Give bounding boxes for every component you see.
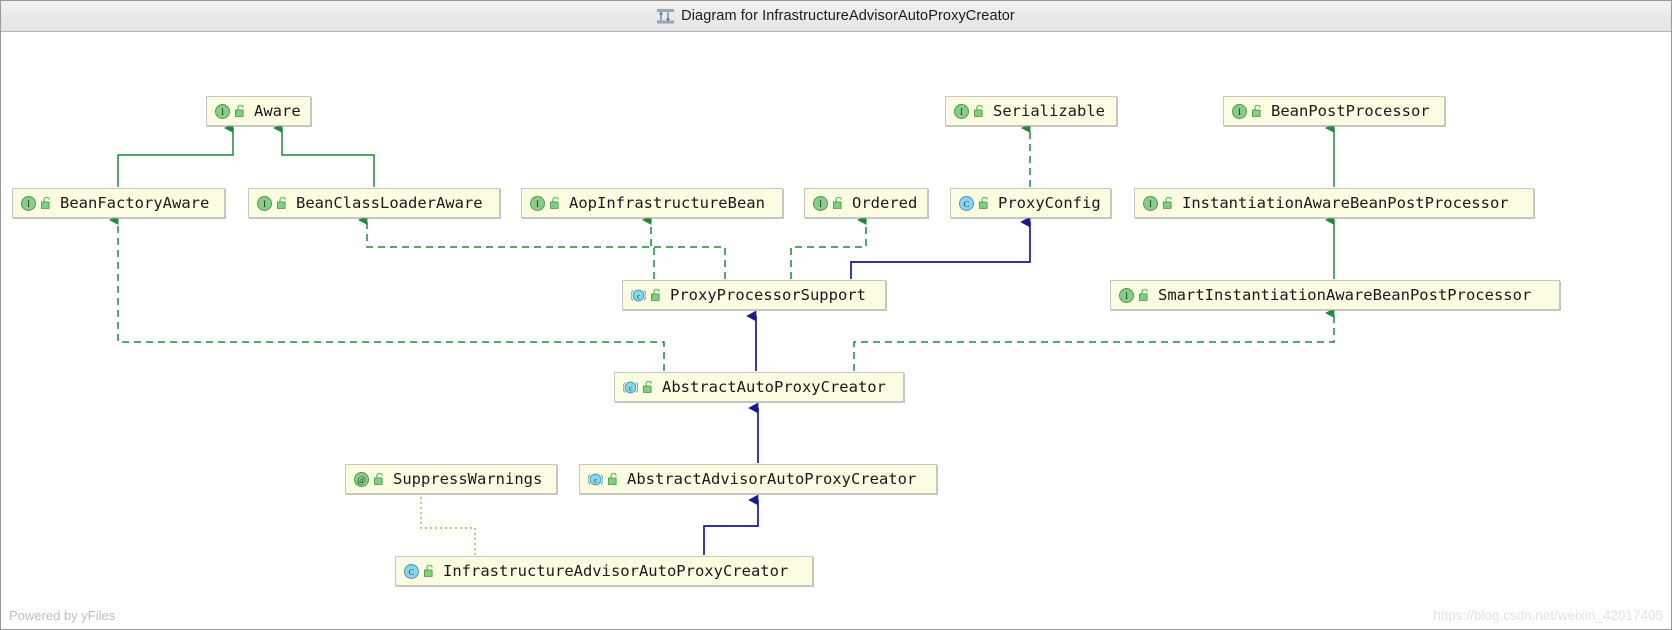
interface-badge-icon: I — [813, 195, 828, 211]
visibility-lock-icon — [832, 196, 844, 210]
svg-text:I: I — [263, 199, 266, 209]
node-label: Aware — [254, 102, 301, 120]
class-node-abstractadvisorautoproxycreator[interactable]: c AbstractAdvisorAutoProxyCreator — [579, 464, 937, 494]
interface-badge-icon: I — [257, 195, 272, 211]
class-node-smartinstantiationawarebeanpostprocessor[interactable]: I SmartInstantiationAwareBeanPostProcess… — [1110, 280, 1560, 310]
node-label: BeanFactoryAware — [60, 194, 210, 212]
diagram-window: Diagram for InfrastructureAdvisorAutoPro… — [0, 0, 1672, 630]
abstract-class-badge-icon: c — [588, 472, 603, 487]
diagram-icon — [657, 8, 675, 24]
interface-badge-icon: I — [1119, 287, 1134, 303]
class-node-suppresswarnings[interactable]: @ SuppressWarnings — [345, 464, 557, 494]
class-node-beanfactoryaware[interactable]: I BeanFactoryAware — [12, 188, 225, 218]
visibility-lock-icon — [423, 564, 435, 578]
visibility-lock-icon — [276, 196, 288, 210]
node-label: BeanPostProcessor — [1271, 102, 1430, 120]
svg-text:I: I — [819, 199, 822, 209]
edge-proxyprocessorsupport-to-beanclassloaderaware — [357, 215, 726, 279]
svg-text:I: I — [536, 199, 539, 209]
svg-text:I: I — [960, 107, 963, 117]
interface-badge-icon: I — [1232, 103, 1247, 119]
visibility-lock-icon — [650, 288, 662, 302]
svg-text:C: C — [409, 567, 415, 577]
class-node-instantiationawarebeanpostprocessor[interactable]: I InstantiationAwareBeanPostProcessor — [1134, 188, 1534, 218]
visibility-lock-icon — [1251, 104, 1263, 118]
interface-badge-icon: I — [530, 195, 545, 211]
class-node-beanpostprocessor[interactable]: I BeanPostProcessor — [1223, 96, 1445, 126]
interface-badge-icon: I — [215, 103, 230, 119]
edge-abstractautoproxycreator-to-beanfactoryaware — [108, 215, 665, 371]
edge-proxyprocessorsupport-to-aopinfrastructurebean — [641, 215, 655, 279]
visibility-lock-icon — [642, 380, 654, 394]
powered-by-label: Powered by yFiles — [9, 608, 116, 623]
title-bar: Diagram for InfrastructureAdvisorAutoPro… — [1, 1, 1671, 32]
edge-infrastructureadvisor-to-suppresswarnings — [420, 497, 476, 555]
svg-text:C: C — [964, 199, 970, 209]
class-node-proxyprocessorsupport[interactable]: c ProxyProcessorSupport — [622, 280, 886, 310]
edge-beanfactoryaware-to-aware — [117, 123, 234, 187]
visibility-lock-icon — [373, 472, 385, 486]
node-label: Serializable — [993, 102, 1105, 120]
node-label: AbstractAutoProxyCreator — [662, 378, 886, 396]
svg-text:@: @ — [357, 476, 366, 486]
node-label: SmartInstantiationAwareBeanPostProcessor — [1158, 286, 1532, 304]
class-badge-icon: C — [959, 195, 974, 211]
visibility-lock-icon — [973, 104, 985, 118]
node-label: BeanClassLoaderAware — [296, 194, 483, 212]
svg-text:I: I — [27, 199, 30, 209]
node-label: AbstractAdvisorAutoProxyCreator — [627, 470, 917, 488]
visibility-lock-icon — [549, 196, 561, 210]
class-badge-icon: C — [404, 563, 419, 579]
node-label: InstantiationAwareBeanPostProcessor — [1182, 194, 1509, 212]
node-label: ProxyProcessorSupport — [670, 286, 866, 304]
edge-beanclassloaderaware-to-aware — [272, 123, 375, 187]
abstract-class-badge-icon: c — [623, 380, 638, 395]
node-label: AopInfrastructureBean — [569, 194, 765, 212]
abstract-class-badge-icon: c — [631, 288, 646, 303]
edge-infrastructureadvisor-to-abstractadvisor — [703, 494, 759, 555]
class-node-proxyconfig[interactable]: C ProxyConfig — [950, 188, 1111, 218]
svg-text:I: I — [221, 107, 224, 117]
visibility-lock-icon — [1162, 196, 1174, 210]
node-label: InfrastructureAdvisorAutoProxyCreator — [443, 562, 789, 580]
edge-proxyprocessorsupport-to-proxyconfig — [850, 216, 1031, 279]
class-node-aware[interactable]: I Aware — [206, 96, 311, 126]
class-node-ordered[interactable]: I Ordered — [804, 188, 928, 218]
visibility-lock-icon — [978, 196, 990, 210]
node-label: SuppressWarnings — [393, 470, 543, 488]
class-node-beanclassloaderaware[interactable]: I BeanClassLoaderAware — [248, 188, 500, 218]
svg-text:I: I — [1238, 107, 1241, 117]
node-label: ProxyConfig — [998, 194, 1101, 212]
svg-text:I: I — [1149, 199, 1152, 209]
class-node-aopinfrastructurebean[interactable]: I AopInfrastructureBean — [521, 188, 783, 218]
watermark-label: https://blog.csdn.net/weixin_42017405 — [1433, 608, 1663, 623]
interface-badge-icon: I — [1143, 195, 1158, 211]
visibility-lock-icon — [234, 104, 246, 118]
diagram-canvas[interactable]: I Aware I Serializable I BeanPostProcess… — [1, 32, 1671, 629]
interface-badge-icon: I — [954, 103, 969, 119]
class-node-serializable[interactable]: I Serializable — [945, 96, 1117, 126]
class-node-infrastructureadvisorautoproxycreator[interactable]: C InfrastructureAdvisorAutoProxyCreator — [395, 556, 813, 586]
class-node-abstractautoproxycreator[interactable]: c AbstractAutoProxyCreator — [614, 372, 904, 402]
visibility-lock-icon — [40, 196, 52, 210]
svg-text:I: I — [1125, 291, 1128, 301]
interface-badge-icon: I — [21, 195, 36, 211]
annotation-badge-icon: @ — [354, 471, 369, 487]
edge-proxyprocessorsupport-to-ordered — [790, 215, 867, 279]
node-label: Ordered — [852, 194, 918, 212]
visibility-lock-icon — [1138, 288, 1150, 302]
visibility-lock-icon — [607, 472, 619, 486]
window-title: Diagram for InfrastructureAdvisorAutoPro… — [681, 8, 1015, 24]
edge-abstractautoproxycreator-to-smartinstantiation — [853, 308, 1335, 371]
